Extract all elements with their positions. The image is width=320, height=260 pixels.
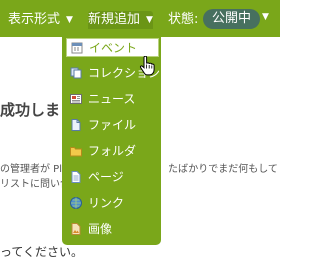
event-icon bbox=[71, 42, 83, 54]
menu-item-folder[interactable]: フォルダ bbox=[66, 142, 159, 161]
menu-item-page[interactable]: ページ bbox=[66, 168, 159, 187]
hand-cursor-icon bbox=[139, 56, 155, 76]
page-icon bbox=[71, 171, 81, 183]
menu-item-label: 画像 bbox=[88, 222, 113, 236]
chevron-down-icon: ▼ bbox=[66, 15, 73, 25]
collection-icon bbox=[70, 67, 82, 79]
menu-item-event[interactable]: イベント bbox=[66, 38, 159, 57]
add-new-menu[interactable]: 新規追加 ▼ bbox=[88, 11, 153, 29]
chevron-down-icon[interactable]: ▼ bbox=[262, 12, 269, 22]
image-icon bbox=[71, 223, 81, 235]
view-menu-label: 表示形式 bbox=[8, 12, 61, 27]
body-text-line: ってください。 bbox=[0, 245, 84, 259]
folder-icon bbox=[70, 147, 82, 157]
menu-item-news[interactable]: ニュース bbox=[66, 90, 159, 109]
chevron-down-icon: ▼ bbox=[146, 15, 153, 25]
news-icon bbox=[70, 94, 82, 104]
link-icon bbox=[70, 197, 82, 209]
add-new-menu-label: 新規追加 bbox=[88, 12, 141, 27]
menu-item-label: ファイル bbox=[88, 118, 137, 132]
view-menu[interactable]: 表示形式 ▼ bbox=[8, 11, 73, 29]
menu-item-image[interactable]: 画像 bbox=[66, 220, 159, 239]
state-badge[interactable]: 公開中 bbox=[203, 9, 261, 29]
menu-item-file[interactable]: ファイル bbox=[66, 116, 159, 135]
menu-item-label: ページ bbox=[88, 170, 124, 184]
menu-item-label: リンク bbox=[88, 196, 125, 210]
body-text-line: の管理者が Pl bbox=[0, 164, 62, 175]
state-menu-label[interactable]: 状態: bbox=[168, 11, 198, 29]
file-icon bbox=[71, 119, 81, 131]
menu-item-label: イベント bbox=[89, 41, 138, 55]
menu-item-label: フォルダ bbox=[88, 144, 137, 158]
body-text-line: リストに問い合 bbox=[0, 179, 70, 190]
menu-item-label: ニュース bbox=[88, 92, 136, 106]
body-text-line: たばかりでまだ何もして bbox=[168, 164, 278, 175]
menu-item-link[interactable]: リンク bbox=[66, 194, 159, 213]
